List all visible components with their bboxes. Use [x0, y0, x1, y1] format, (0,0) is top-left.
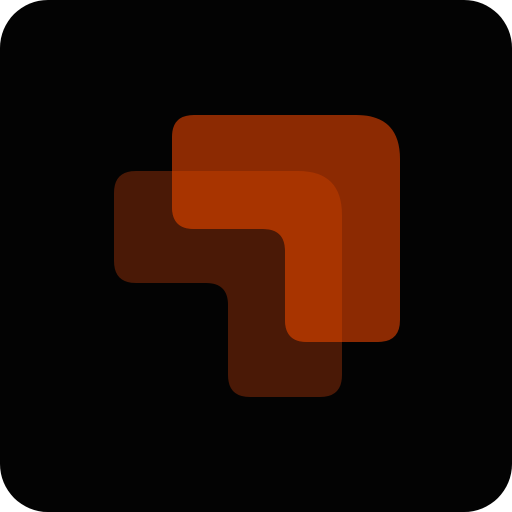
- layered-l-shapes-logo-icon: [114, 115, 400, 397]
- app-icon: [0, 0, 512, 512]
